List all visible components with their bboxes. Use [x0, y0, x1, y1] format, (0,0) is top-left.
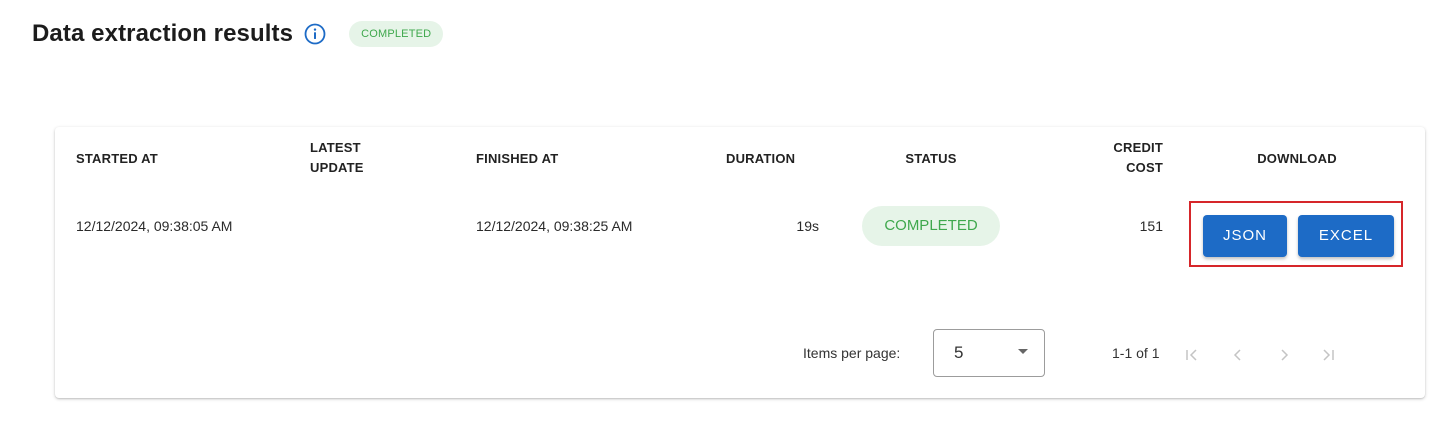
- column-header-latest-update-line1: LATEST: [310, 140, 361, 155]
- column-header-download: DOWNLOAD: [1257, 151, 1337, 166]
- items-per-page-value: 5: [954, 343, 964, 362]
- info-circle-icon[interactable]: [303, 22, 327, 46]
- results-table-card: STARTED AT LATEST UPDATE FINISHED AT DUR…: [55, 127, 1425, 398]
- column-header-started-at: STARTED AT: [76, 151, 158, 166]
- download-highlight-box: JSON EXCEL: [1189, 201, 1403, 267]
- download-json-button[interactable]: JSON: [1203, 215, 1287, 257]
- column-header-credit-cost-line1: CREDIT: [1113, 140, 1163, 155]
- items-per-page-label: Items per page:: [803, 345, 901, 361]
- page-range-label: 1-1 of 1: [1112, 345, 1160, 361]
- first-page-icon[interactable]: [1179, 341, 1205, 369]
- cell-started-at: 12/12/2024, 09:38:05 AM: [76, 218, 233, 234]
- column-header-duration: DURATION: [726, 151, 796, 166]
- cell-finished-at: 12/12/2024, 09:38:25 AM: [476, 218, 633, 234]
- cell-status-badge: COMPLETED: [862, 206, 1000, 246]
- chevron-down-icon: [1018, 349, 1028, 354]
- page-header: Data extraction results COMPLETED: [32, 14, 444, 54]
- column-header-credit-cost: CREDIT COST: [1075, 138, 1163, 178]
- column-header-credit-cost-line2: COST: [1126, 160, 1163, 175]
- last-page-icon[interactable]: [1315, 341, 1341, 369]
- column-header-finished-at: FINISHED AT: [476, 151, 559, 166]
- status-badge: COMPLETED: [349, 21, 444, 47]
- page: Data extraction results COMPLETED STARTE…: [0, 0, 1453, 423]
- previous-page-icon[interactable]: [1225, 341, 1251, 369]
- column-header-latest-update-line2: UPDATE: [310, 160, 364, 175]
- items-per-page-select[interactable]: 5: [933, 329, 1045, 377]
- page-title: Data extraction results: [32, 20, 294, 47]
- cell-duration: 19s: [796, 218, 819, 234]
- column-header-status: STATUS: [905, 151, 957, 166]
- cell-credit-cost: 151: [1139, 218, 1163, 234]
- next-page-icon[interactable]: [1271, 341, 1297, 369]
- download-excel-button[interactable]: EXCEL: [1298, 215, 1394, 257]
- column-header-latest-update: LATEST UPDATE: [310, 138, 364, 178]
